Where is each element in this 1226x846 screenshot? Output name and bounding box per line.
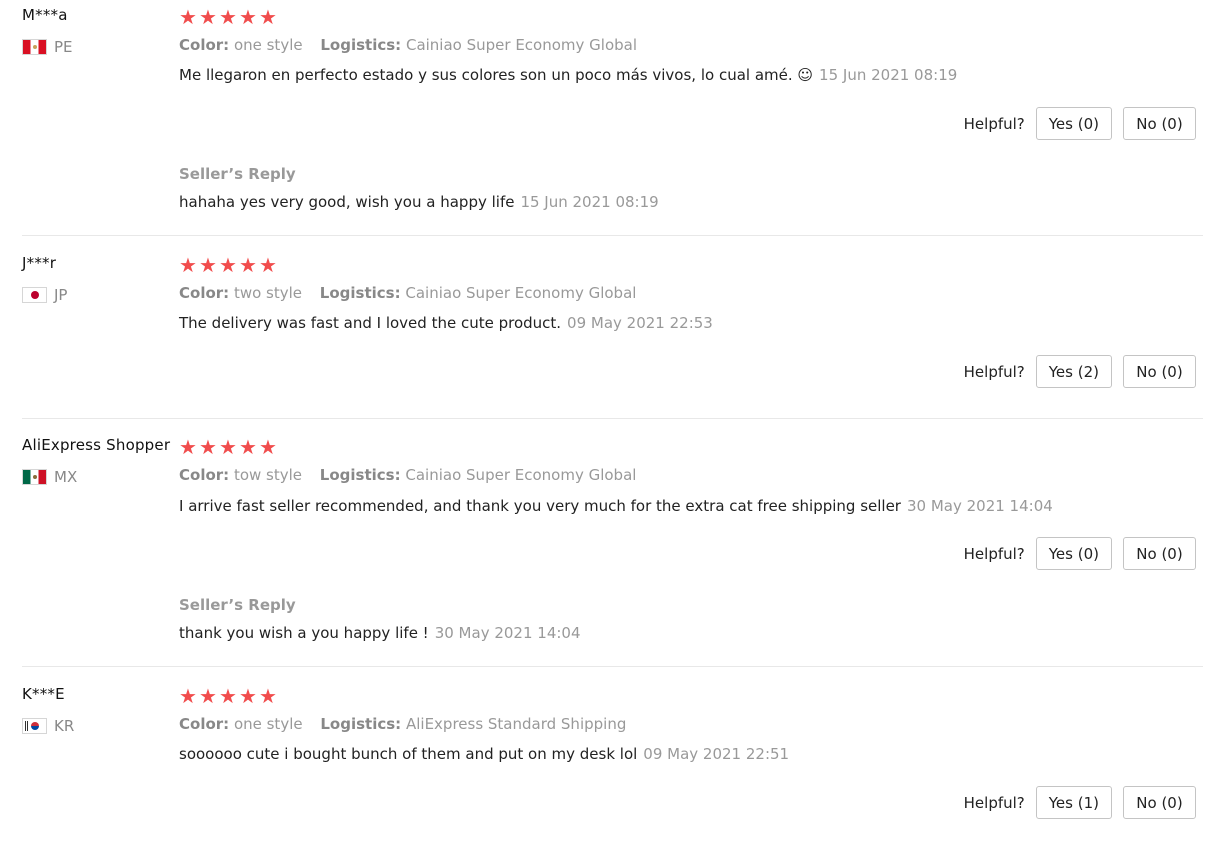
logistics-label: Logistics: — [319, 284, 401, 302]
helpful-label: Helpful? — [963, 793, 1025, 812]
seller-reply: hahaha yes very good, wish you a happy l… — [179, 193, 659, 211]
color-value: tow style — [233, 466, 303, 484]
review-body: Me llegaron en perfecto estado y sus col… — [179, 66, 814, 84]
star-icon: ★ — [179, 5, 197, 29]
helpful-yes-button[interactable]: Yes (0) — [1035, 537, 1112, 570]
reviewer-name: AliExpress Shopper — [22, 436, 171, 454]
review-divider — [22, 418, 1203, 419]
reviewer-country: PE — [22, 38, 73, 56]
seller-reply-date: 30 May 2021 14:04 — [434, 624, 581, 642]
review-body: I arrive fast seller recommended, and th… — [179, 497, 901, 515]
star-icon: ★ — [239, 5, 257, 29]
review-meta: Color: one style Logistics: Cainiao Supe… — [179, 36, 650, 54]
star-icon: ★ — [239, 253, 257, 277]
seller-reply-text: hahaha yes very good, wish you a happy l… — [179, 193, 515, 211]
star-rating: ★ ★ ★ ★ ★ — [179, 255, 277, 275]
seller-reply-label: Seller’s Reply — [179, 165, 296, 183]
review-divider — [22, 235, 1203, 236]
star-icon: ★ — [219, 5, 237, 29]
country-code: MX — [54, 468, 78, 486]
color-label: Color: — [179, 466, 230, 484]
seller-reply-date: 15 Jun 2021 08:19 — [520, 193, 659, 211]
peru-flag-icon — [22, 39, 47, 55]
star-icon: ★ — [259, 684, 277, 708]
reviewer-name: K***E — [22, 685, 65, 703]
star-rating: ★ ★ ★ ★ ★ — [179, 437, 277, 457]
reviewer-name: J***r — [22, 254, 57, 272]
reviewer-country: KR — [22, 717, 74, 735]
country-code: JP — [54, 286, 68, 304]
helpful-controls: Helpful? Yes (2) No (0) — [964, 355, 1196, 388]
color-value: one style — [233, 715, 303, 733]
helpful-label: Helpful? — [963, 114, 1025, 133]
review-text: Me llegaron en perfecto estado y sus col… — [179, 66, 957, 84]
review-body: soooooo cute i bought bunch of them and … — [179, 745, 638, 763]
color-label: Color: — [179, 284, 230, 302]
helpful-no-button[interactable]: No (0) — [1123, 107, 1196, 140]
mexico-flag-icon — [22, 469, 47, 485]
color-label: Color: — [179, 36, 230, 54]
logistics-value: AliExpress Standard Shipping — [405, 715, 627, 733]
logistics-label: Logistics: — [320, 36, 402, 54]
helpful-yes-button[interactable]: Yes (1) — [1035, 786, 1112, 819]
review-body: The delivery was fast and I loved the cu… — [179, 314, 562, 332]
review-divider — [22, 666, 1203, 667]
star-icon: ★ — [179, 253, 197, 277]
review-text: The delivery was fast and I loved the cu… — [179, 314, 713, 332]
japan-flag-icon — [22, 287, 47, 303]
logistics-value: Cainiao Super Economy Global — [405, 284, 637, 302]
review-meta: Color: two style Logistics: Cainiao Supe… — [179, 284, 649, 302]
review-date: 15 Jun 2021 08:19 — [819, 66, 958, 84]
helpful-no-button[interactable]: No (0) — [1123, 355, 1196, 388]
helpful-controls: Helpful? Yes (1) No (0) — [964, 786, 1196, 819]
star-icon: ★ — [219, 435, 237, 459]
star-icon: ★ — [259, 253, 277, 277]
star-icon: ★ — [199, 5, 217, 29]
review-date: 09 May 2021 22:51 — [643, 745, 790, 763]
logistics-value: Cainiao Super Economy Global — [405, 466, 637, 484]
seller-reply-label: Seller’s Reply — [179, 596, 296, 614]
star-icon: ★ — [179, 684, 197, 708]
review-text: I arrive fast seller recommended, and th… — [179, 497, 1053, 515]
review-meta: Color: tow style Logistics: Cainiao Supe… — [179, 466, 649, 484]
helpful-label: Helpful? — [963, 362, 1025, 381]
star-icon: ★ — [219, 253, 237, 277]
reviewer-name: M***a — [22, 6, 68, 24]
review-meta: Color: one style Logistics: AliExpress S… — [179, 715, 639, 733]
reviewer-country: MX — [22, 468, 77, 486]
star-icon: ★ — [199, 253, 217, 277]
helpful-label: Helpful? — [963, 544, 1025, 563]
color-value: one style — [233, 36, 303, 54]
color-value: two style — [233, 284, 303, 302]
helpful-controls: Helpful? Yes (0) No (0) — [964, 107, 1196, 140]
color-label: Color: — [179, 715, 230, 733]
star-icon: ★ — [199, 684, 217, 708]
review-date: 09 May 2021 22:53 — [567, 314, 713, 332]
star-icon: ★ — [219, 684, 237, 708]
reviewer-country: JP — [22, 286, 67, 304]
star-icon: ★ — [259, 435, 277, 459]
helpful-controls: Helpful? Yes (0) No (0) — [964, 537, 1196, 570]
star-icon: ★ — [179, 435, 197, 459]
logistics-label: Logistics: — [320, 715, 402, 733]
seller-reply: thank you wish a you happy life ! 30 May … — [179, 624, 581, 642]
star-icon: ★ — [239, 684, 257, 708]
logistics-value: Cainiao Super Economy Global — [405, 36, 638, 54]
country-code: KR — [54, 717, 75, 735]
star-rating: ★ ★ ★ ★ ★ — [179, 7, 277, 27]
helpful-no-button[interactable]: No (0) — [1123, 537, 1196, 570]
logistics-label: Logistics: — [319, 466, 401, 484]
star-rating: ★ ★ ★ ★ ★ — [179, 686, 277, 706]
review-text: soooooo cute i bought bunch of them and … — [179, 745, 789, 763]
korea-flag-icon — [22, 718, 47, 734]
star-icon: ★ — [239, 435, 257, 459]
seller-reply-text: thank you wish a you happy life ! — [179, 624, 429, 642]
star-icon: ★ — [199, 435, 217, 459]
helpful-yes-button[interactable]: Yes (2) — [1035, 355, 1112, 388]
country-code: PE — [54, 38, 73, 56]
review-date: 30 May 2021 14:04 — [906, 497, 1053, 515]
star-icon: ★ — [259, 5, 277, 29]
helpful-no-button[interactable]: No (0) — [1123, 786, 1196, 819]
helpful-yes-button[interactable]: Yes (0) — [1035, 107, 1112, 140]
